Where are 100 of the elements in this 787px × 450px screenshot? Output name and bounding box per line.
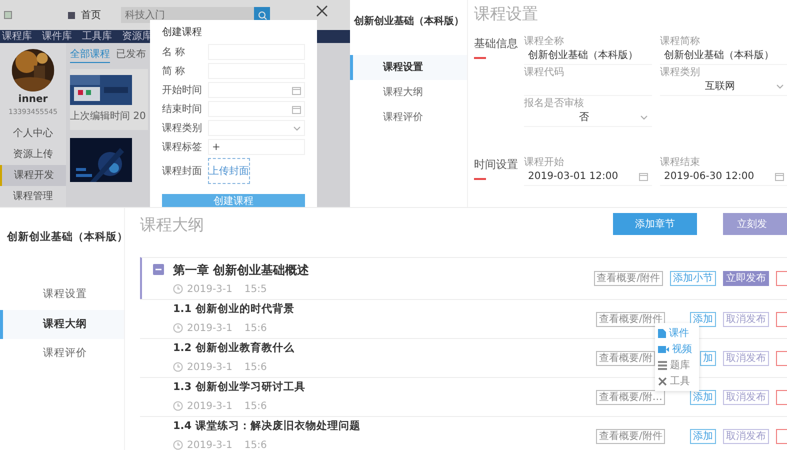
calendar-icon[interactable] [775, 172, 784, 181]
menu-item[interactable]: 工具 [655, 373, 699, 389]
page-heading: 课程设置 [474, 3, 539, 25]
calendar-icon[interactable] [292, 86, 301, 94]
user-name: inner [18, 92, 48, 106]
date-field[interactable] [208, 101, 305, 117]
add-button[interactable]: 添加小节 [670, 271, 716, 286]
date-field[interactable]: 2019-06-30 12:00 [660, 168, 787, 186]
section-title: 1.3 创新创业学习研讨工具 [173, 380, 306, 396]
clock-icon [173, 284, 183, 294]
nav-link[interactable]: 课件库 [42, 32, 72, 42]
select-field[interactable]: 互联网 [660, 78, 787, 96]
chevron-down-icon[interactable] [776, 84, 784, 89]
menu-item[interactable]: 资源上传 [0, 144, 66, 165]
page-heading: 课程大纲 [140, 214, 205, 236]
menu-item[interactable]: 课程管理 [0, 186, 66, 207]
calendar-icon[interactable] [292, 104, 301, 114]
field-label: 课程简称 [660, 36, 701, 47]
field-label: 课程标签 [162, 140, 203, 154]
add-button[interactable]: 添加 [690, 390, 716, 404]
publish-button[interactable]: 立即发布 [723, 271, 769, 286]
sidebar-item[interactable]: 课程大纲 [350, 80, 467, 105]
video-camera-icon [658, 346, 669, 352]
add-button[interactable]: 添加 [690, 312, 716, 326]
chevron-down-icon[interactable] [293, 126, 301, 130]
menu-item[interactable]: 课程开发 [0, 165, 66, 186]
upload-area[interactable]: 上传封面 [208, 158, 250, 184]
menu-item[interactable]: 题库 [655, 357, 699, 373]
field-label: 报名是否审核 [524, 98, 585, 109]
sidebar-item[interactable]: 课程设置 [0, 280, 124, 310]
tab[interactable]: 全部课程 [70, 47, 110, 63]
document-icon [658, 328, 666, 338]
add-tag-button[interactable]: + [212, 140, 220, 154]
unpublish-button[interactable]: 取消发布 [723, 428, 769, 444]
section-marker [474, 56, 486, 58]
field-value: 2019-03-01 12:00 [528, 170, 620, 184]
unpublish-button[interactable]: 取消发布 [723, 312, 769, 326]
course-title: 创新创业基础（本科版） [6, 230, 124, 245]
time-text: 15:6 [244, 322, 267, 336]
collapse-icon[interactable] [153, 264, 164, 275]
add-button[interactable]: 加 [700, 350, 716, 366]
course-title: 创新创业基础（本科版） [352, 14, 464, 29]
menu-item[interactable]: 视频 [655, 341, 699, 357]
section-marker [474, 178, 486, 180]
text-field[interactable]: 创新创业基础（本科版） [660, 47, 787, 65]
nav-link[interactable]: 课程库 [2, 32, 32, 42]
select-field[interactable] [208, 120, 305, 136]
sidebar-item[interactable]: 课程评价 [0, 339, 124, 369]
view-summary-button[interactable]: 查看概要/附件 [594, 271, 663, 286]
home-icon [68, 12, 75, 18]
course-card[interactable]: 上次编辑时间 20 [70, 69, 148, 130]
chapter-row[interactable]: 第一章 创新创业基础概述 2019-3-1 15:5 查看概要/附件 添加小节 立即发布 [140, 257, 787, 299]
view-summary-button[interactable]: 查看概要/附… [596, 390, 666, 404]
date-text: 2019-3-1 [187, 282, 232, 296]
menu-item[interactable]: 个人中心 [0, 123, 66, 144]
time-text: 15:6 [244, 400, 267, 414]
nav-link[interactable]: 工具库 [82, 32, 112, 42]
close-icon[interactable] [316, 5, 328, 17]
clock-icon [173, 323, 183, 334]
date-field[interactable] [208, 82, 305, 98]
section-title: 时间设置 [474, 157, 519, 173]
unpublish-button[interactable]: 取消发布 [723, 390, 769, 404]
chevron-down-icon[interactable] [640, 115, 648, 120]
date-field[interactable]: 2019-03-01 12:00 [524, 168, 652, 186]
dialog-title: 创建课程 [162, 26, 203, 40]
date-text: 2019-3-1 [187, 322, 232, 336]
menu-item[interactable]: 课件 [655, 325, 699, 341]
field-value: 互联网 [704, 80, 736, 94]
field-value: 创新创业基础（本科版） [664, 48, 775, 63]
field-label: 简 称 [162, 64, 186, 78]
field-label: 名 称 [162, 46, 186, 60]
tab[interactable]: 已发布 [116, 47, 146, 63]
view-summary-button[interactable]: 查看概要/附件 [596, 312, 666, 326]
clock-icon [173, 440, 183, 450]
view-summary-button[interactable]: 查看概要/附件 [596, 428, 666, 444]
time-text: 15:6 [244, 360, 267, 375]
field-label: 结束时间 [162, 102, 203, 116]
tools-icon [658, 376, 667, 386]
add-button[interactable]: 添加 [690, 428, 716, 444]
section-title: 1.2 创新创业教育教什么 [173, 341, 296, 356]
tag-field[interactable]: + [208, 139, 305, 155]
select-field[interactable]: 否 [524, 109, 652, 127]
field-value: 2019-06-30 12:00 [664, 170, 756, 184]
field-label: 开始时间 [162, 84, 203, 98]
sidebar-item[interactable]: 课程评价 [350, 105, 467, 130]
text-field[interactable]: 创新创业基础（本科版） [524, 47, 652, 65]
calendar-icon[interactable] [639, 172, 648, 181]
field-label: 课程结束 [660, 157, 701, 168]
view-summary-button[interactable]: 查看概要/附 [596, 350, 656, 366]
list-icon [658, 360, 667, 370]
field-label: 课程全称 [524, 36, 565, 47]
field-label: 课程封面 [162, 164, 203, 178]
field-label: 课程代码 [524, 67, 565, 78]
sidebar-item[interactable]: 课程大纲 [0, 310, 124, 340]
unpublish-button[interactable]: 取消发布 [723, 350, 769, 366]
sidebar-item[interactable]: 课程设置 [350, 55, 467, 80]
publish-button[interactable]: 立刻发 [723, 213, 787, 235]
home-link[interactable]: 首页 [81, 8, 101, 22]
image-icon [4, 11, 12, 19]
add-chapter-button[interactable]: 添加章节 [613, 213, 697, 235]
